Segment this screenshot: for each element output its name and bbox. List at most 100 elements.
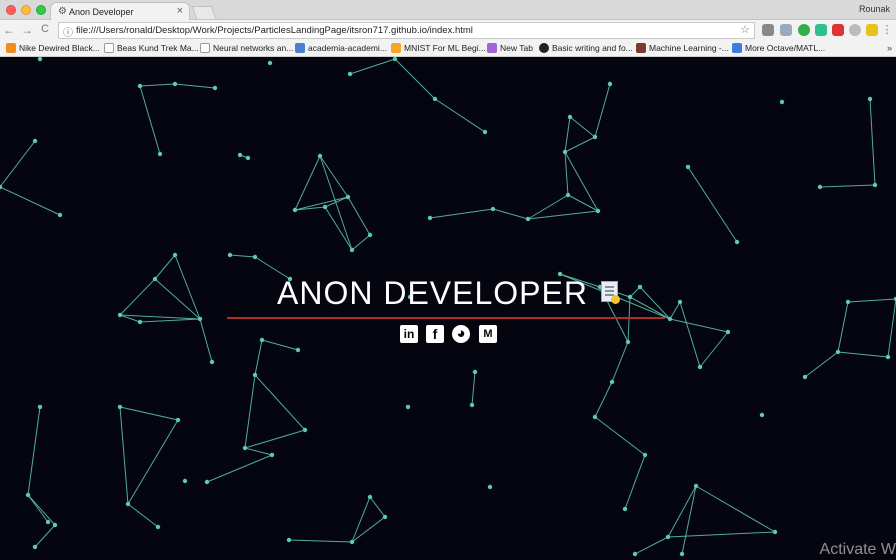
window-minimize-button[interactable] xyxy=(21,5,31,15)
particle-dot xyxy=(482,129,488,135)
particle-link xyxy=(119,278,156,316)
particle-dot xyxy=(317,153,323,159)
tab-close-icon[interactable]: × xyxy=(177,5,183,17)
bookmark-item[interactable]: Basic writing and fo... xyxy=(539,43,633,55)
bookmark-item[interactable]: academia-academi... xyxy=(295,43,387,55)
title-underline xyxy=(227,317,665,319)
particle-dot xyxy=(292,207,298,213)
particle-link xyxy=(564,136,596,153)
particle-link xyxy=(804,351,839,378)
particle-dot xyxy=(667,316,673,322)
particle-link xyxy=(847,298,896,303)
forward-button[interactable]: → xyxy=(20,23,34,37)
linkedin-icon[interactable]: in xyxy=(400,325,418,343)
particle-dot xyxy=(322,204,328,210)
particle-link xyxy=(564,116,571,153)
url-text[interactable]: file:///Users/ronald/Desktop/Work/Projec… xyxy=(76,25,473,36)
bookmark-item[interactable]: MNIST For ML Begi... xyxy=(391,43,486,55)
particle-dot xyxy=(432,96,438,102)
particle-dot xyxy=(622,506,628,512)
particle-dot xyxy=(595,208,601,214)
particle-dot xyxy=(367,494,373,500)
medium-icon[interactable]: M xyxy=(479,325,497,343)
particle-link xyxy=(699,331,729,368)
tab-title: Anon Developer xyxy=(69,7,134,17)
facebook-icon[interactable]: f xyxy=(426,325,444,343)
extension-icon[interactable] xyxy=(866,24,878,36)
window-close-button[interactable] xyxy=(6,5,16,15)
particle-dot xyxy=(525,216,531,222)
extension-icon[interactable] xyxy=(849,24,861,36)
particle-dot xyxy=(867,96,873,102)
github-icon xyxy=(539,43,549,53)
particle-link xyxy=(471,371,476,406)
address-bar[interactable]: ⓘ file:///Users/ronald/Desktop/Work/Proj… xyxy=(58,22,755,39)
particle-link xyxy=(819,184,876,188)
github-icon[interactable]: ◕ xyxy=(452,325,470,343)
particle-link xyxy=(0,186,61,216)
profile-name[interactable]: Rounak xyxy=(859,4,890,14)
bookmark-item[interactable]: Beas Kund Trek Ma... xyxy=(104,43,199,55)
particle-link xyxy=(887,298,896,358)
particle-dot xyxy=(57,212,63,218)
particle-link xyxy=(139,85,161,155)
particle-dot xyxy=(345,194,351,200)
particle-dot xyxy=(137,83,143,89)
activate-windows-watermark: Activate W xyxy=(819,541,896,558)
particle-dot xyxy=(117,312,123,318)
reload-button[interactable]: C xyxy=(38,23,52,35)
particle-dot xyxy=(665,534,671,540)
bookmark-item[interactable]: Machine Learning -... xyxy=(636,43,729,55)
browser-tab-active[interactable]: ⚙ Anon Developer × xyxy=(50,2,190,20)
bookmark-item[interactable]: Nike Dewired Black... xyxy=(6,43,100,55)
particle-dot xyxy=(627,294,633,300)
particle-link xyxy=(324,206,353,251)
particle-link xyxy=(679,301,701,368)
back-button[interactable]: ← xyxy=(2,23,16,37)
resume-document-icon[interactable] xyxy=(601,281,620,304)
particle-dot xyxy=(779,99,785,105)
bookmark-star-icon[interactable]: ☆ xyxy=(740,23,750,36)
particle-dot xyxy=(427,215,433,221)
particle-dot xyxy=(835,349,841,355)
particle-link xyxy=(154,278,201,320)
bookmark-item[interactable]: New Tab xyxy=(487,43,533,55)
particle-dot xyxy=(469,402,475,408)
particle-link xyxy=(629,296,671,320)
bookmarks-overflow-button[interactable]: » xyxy=(887,43,892,53)
particle-link xyxy=(139,83,176,87)
new-tab-button[interactable] xyxy=(191,6,217,19)
particle-dot xyxy=(609,379,615,385)
particle-link xyxy=(199,318,213,363)
extension-icon[interactable] xyxy=(780,24,792,36)
particle-link xyxy=(639,286,671,320)
particle-link xyxy=(594,416,646,456)
particle-link xyxy=(294,196,349,211)
particle-dot xyxy=(632,551,638,557)
info-icon[interactable]: ⓘ xyxy=(63,24,73,39)
extension-icon[interactable] xyxy=(798,24,810,36)
bookmark-item[interactable]: More Octave/MATL... xyxy=(732,43,825,55)
particle-link xyxy=(634,536,669,555)
particle-dot xyxy=(679,551,685,557)
extension-icon[interactable] xyxy=(815,24,827,36)
particle-link xyxy=(347,196,371,236)
extension-icon[interactable] xyxy=(762,24,774,36)
particle-dot xyxy=(607,81,613,87)
gear-icon: ⚙ xyxy=(58,6,67,17)
particle-link xyxy=(569,116,596,138)
particle-link xyxy=(681,485,697,555)
particle-link xyxy=(624,454,646,510)
particle-dot xyxy=(725,329,731,335)
bookmark-item[interactable]: Neural networks an... xyxy=(200,43,293,55)
particle-dot xyxy=(392,57,398,62)
particle-link xyxy=(27,494,49,523)
particle-link xyxy=(695,485,776,533)
particle-dot xyxy=(269,452,275,458)
menu-icon[interactable]: ⋮ xyxy=(880,23,894,36)
particle-dot xyxy=(252,254,258,260)
particle-dot xyxy=(125,501,131,507)
extension-icon[interactable] xyxy=(832,24,844,36)
bookmark-favicon-icon xyxy=(295,43,305,53)
window-maximize-button[interactable] xyxy=(36,5,46,15)
